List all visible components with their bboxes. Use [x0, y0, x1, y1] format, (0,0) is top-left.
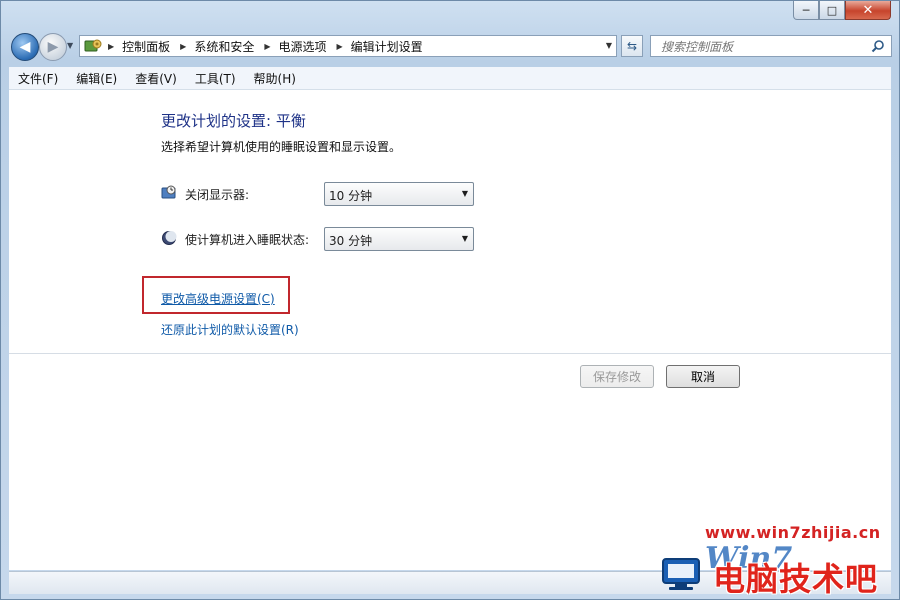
- maximize-button[interactable]: □: [819, 1, 845, 20]
- menu-help[interactable]: 帮助(H): [245, 70, 305, 87]
- menu-edit[interactable]: 编辑(E): [67, 70, 126, 87]
- restore-defaults-link[interactable]: 还原此计划的默认设置(R): [161, 321, 299, 338]
- chevron-right-icon[interactable]: ▶: [337, 42, 343, 51]
- menu-bar: 文件(F) 编辑(E) 查看(V) 工具(T) 帮助(H): [9, 67, 891, 90]
- sleep-value: 30 分钟: [329, 234, 373, 248]
- menu-view[interactable]: 查看(V): [126, 70, 186, 87]
- moon-icon: [162, 231, 177, 245]
- address-bar[interactable]: ▶ 控制面板 ▶ 系统和安全 ▶ 电源选项 ▶ 编辑计划设置 ▼: [79, 35, 617, 57]
- refresh-button[interactable]: ⇆: [621, 35, 643, 57]
- forward-button[interactable]: ▶: [39, 33, 67, 61]
- display-off-select[interactable]: 10 分钟 ▼: [324, 182, 474, 206]
- search-box[interactable]: [650, 35, 892, 57]
- cancel-button[interactable]: 取消: [666, 365, 740, 388]
- chevron-right-icon[interactable]: ▶: [180, 42, 186, 51]
- arrow-right-icon: ▶: [47, 39, 59, 55]
- minimize-button[interactable]: ─: [793, 1, 819, 20]
- back-button[interactable]: ◀: [11, 33, 39, 61]
- breadcrumb-power-options[interactable]: 电源选项: [279, 38, 327, 55]
- watermark-text: 电脑技术吧: [713, 560, 879, 598]
- arrow-left-icon: ◀: [19, 39, 31, 55]
- display-off-row: 关闭显示器: 10 分钟 ▼: [161, 182, 481, 206]
- display-off-label: 关闭显示器:: [185, 188, 250, 202]
- chevron-down-icon: ▼: [461, 189, 468, 198]
- recent-pages-dropdown[interactable]: ▼: [67, 41, 73, 50]
- search-input[interactable]: [659, 37, 873, 57]
- breadcrumb-system-security[interactable]: 系统和安全: [194, 38, 254, 55]
- sleep-label: 使计算机进入睡眠状态:: [185, 233, 310, 247]
- breadcrumb: ▶ 控制面板 ▶ 系统和安全 ▶ 电源选项 ▶ 编辑计划设置: [106, 38, 431, 55]
- control-panel-window: ─ □ ✕ ◀ ▶ ▼ ▶ 控制面板 ▶ 系统和安全 ▶ 电源选项 ▶ 编辑计划…: [0, 0, 900, 600]
- navigation-bar: ◀ ▶ ▼ ▶ 控制面板 ▶ 系统和安全 ▶ 电源选项 ▶ 编辑计划设置 ▼ ⇆: [1, 31, 899, 63]
- chevron-right-icon[interactable]: ▶: [108, 42, 114, 51]
- breadcrumb-control-panel[interactable]: 控制面板: [122, 38, 170, 55]
- content-pane: 更改计划的设置: 平衡 选择希望计算机使用的睡眠设置和显示设置。 关闭显示器: …: [9, 90, 891, 570]
- control-panel-icon: [84, 39, 102, 52]
- chevron-down-icon: ▼: [461, 234, 468, 243]
- chevron-down-icon: ▼: [67, 41, 74, 50]
- chevron-right-icon[interactable]: ▶: [264, 42, 270, 51]
- close-button[interactable]: ✕: [845, 1, 891, 20]
- display-off-value: 10 分钟: [329, 189, 373, 203]
- watermark-url: www.win7zhijia.cn: [705, 523, 881, 542]
- menu-tools[interactable]: 工具(T): [186, 70, 245, 87]
- breadcrumb-edit-plan[interactable]: 编辑计划设置: [351, 38, 423, 55]
- page-title: 更改计划的设置: 平衡: [161, 112, 306, 130]
- advanced-power-settings-link[interactable]: 更改高级电源设置(C): [161, 290, 275, 307]
- address-history-dropdown[interactable]: ▼: [606, 41, 612, 50]
- sleep-select[interactable]: 30 分钟 ▼: [324, 227, 474, 251]
- page-subtitle: 选择希望计算机使用的睡眠设置和显示设置。: [161, 140, 402, 154]
- caption-buttons: ─ □ ✕: [793, 1, 891, 20]
- sleep-row: 使计算机进入睡眠状态: 30 分钟 ▼: [161, 227, 481, 251]
- save-changes-button[interactable]: 保存修改: [580, 365, 654, 388]
- search-icon[interactable]: [871, 39, 885, 53]
- refresh-icon: ⇆: [626, 39, 638, 53]
- monitor-timer-icon: [161, 185, 176, 199]
- menu-file[interactable]: 文件(F): [9, 70, 67, 87]
- computer-icon: [662, 558, 700, 590]
- divider: [9, 353, 891, 354]
